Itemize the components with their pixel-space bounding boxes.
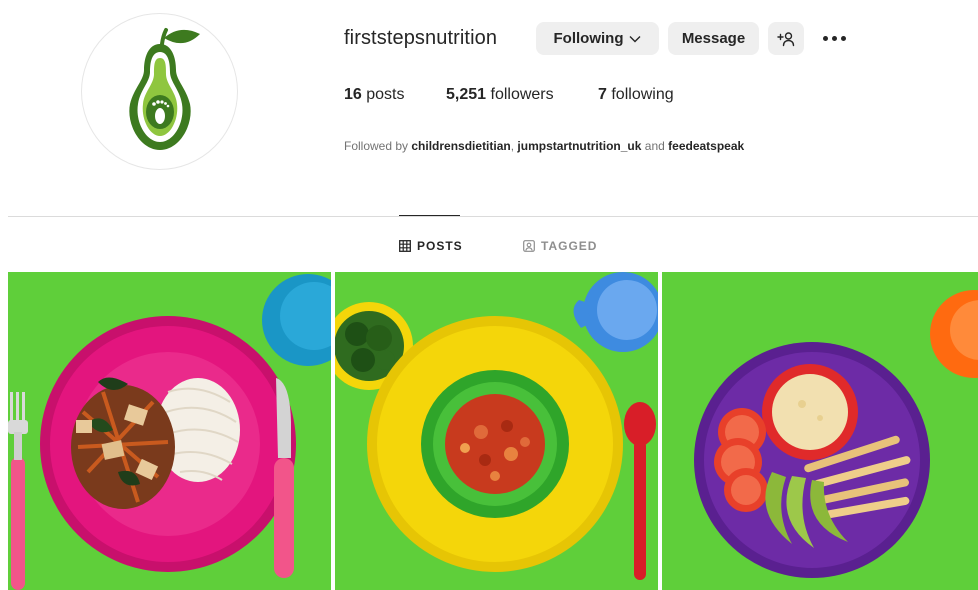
posts-count: 16 posts (344, 86, 405, 103)
followers-count[interactable]: 5,251 followers (446, 86, 554, 104)
followed-by-text[interactable]: Followed by childrensdietitian, jumpstar… (344, 139, 744, 153)
post-image (8, 272, 331, 590)
message-button-label: Message (681, 30, 746, 47)
following-button-label: Following (553, 30, 624, 47)
tagged-icon (523, 240, 535, 252)
add-person-icon (777, 31, 795, 46)
post-purple-plate[interactable] (662, 272, 978, 590)
tabs-divider (8, 216, 978, 217)
active-tab-indicator (399, 215, 460, 216)
following-button[interactable]: Following (536, 22, 659, 55)
grid-icon (399, 240, 411, 252)
profile-avatar[interactable] (81, 13, 238, 170)
more-options-icon[interactable] (818, 27, 850, 49)
post-pink-plate[interactable] (8, 272, 331, 590)
post-yellow-plate[interactable] (335, 272, 658, 590)
following-count[interactable]: 7 following (598, 86, 674, 104)
pear-logo-icon (128, 28, 200, 150)
suggested-users-button[interactable] (768, 22, 804, 55)
post-image (662, 272, 978, 590)
tab-tagged-label: TAGGED (541, 239, 598, 253)
profile-username: firststepsnutrition (344, 27, 498, 49)
post-image (335, 272, 658, 590)
message-button[interactable]: Message (668, 22, 759, 55)
chevron-down-icon (629, 35, 641, 43)
tab-posts[interactable]: POSTS (399, 238, 463, 254)
tab-tagged[interactable]: TAGGED (523, 238, 597, 254)
tab-posts-label: POSTS (417, 239, 463, 253)
